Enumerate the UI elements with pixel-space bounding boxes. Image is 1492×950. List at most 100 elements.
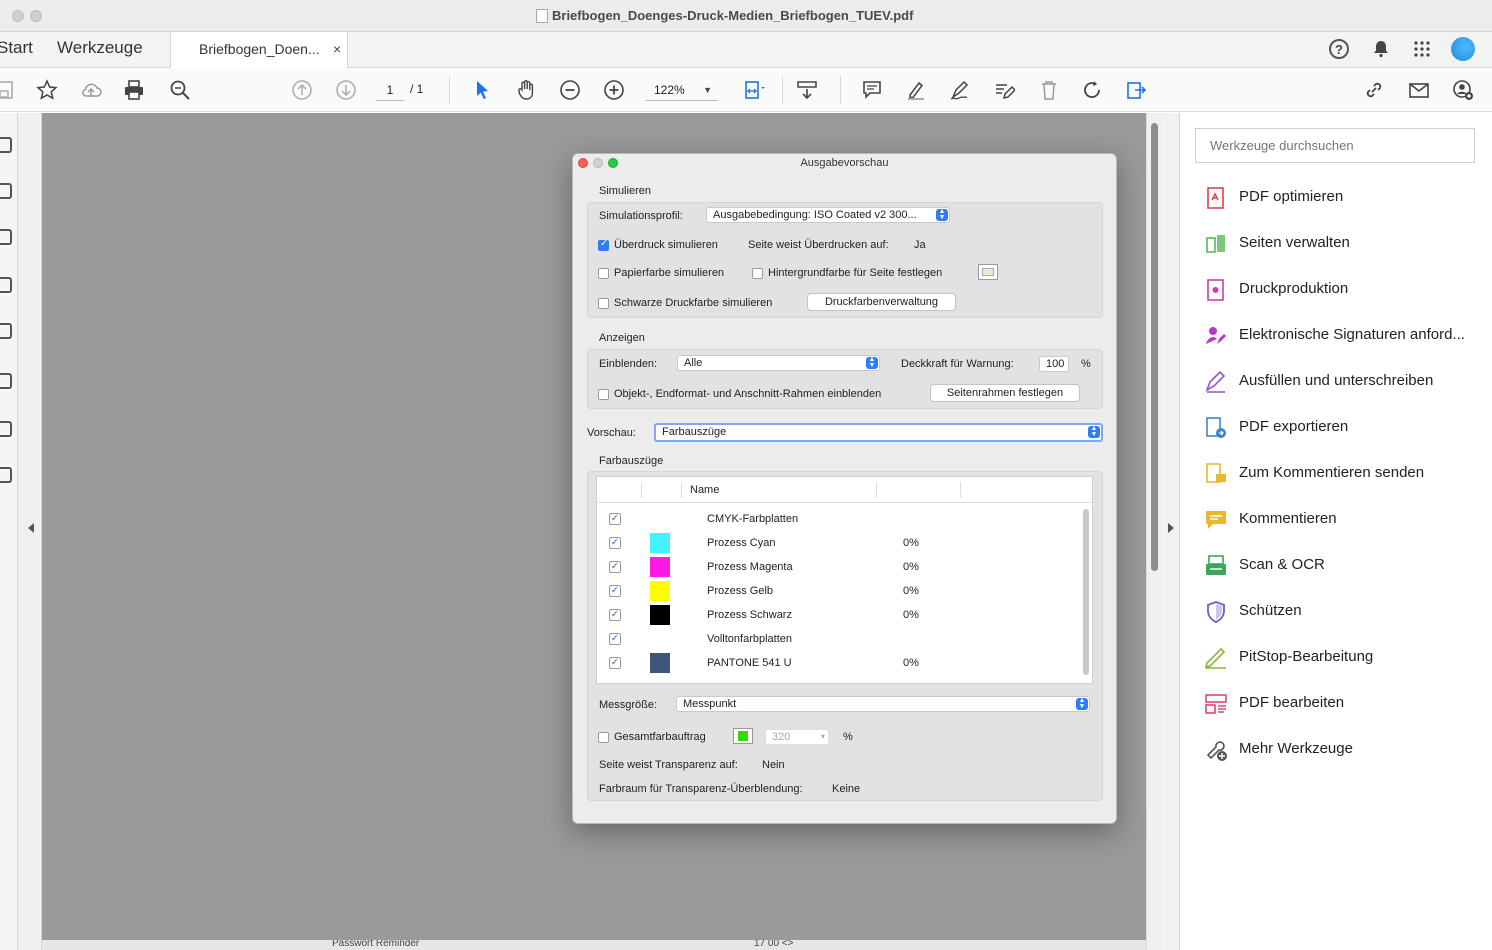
rotate-icon[interactable]: [1080, 78, 1104, 102]
tool-item-print-production[interactable]: Druckproduktion: [1204, 275, 1484, 305]
page-thumbnails-icon[interactable]: [0, 137, 12, 153]
set-page-boxes-button[interactable]: Seitenrahmen festlegen: [930, 384, 1080, 402]
cloud-upload-icon[interactable]: [79, 78, 103, 102]
total-coverage-value: 320: [772, 731, 791, 743]
document-info-icon[interactable]: [0, 467, 12, 483]
right-panel-toggle[interactable]: [1162, 113, 1180, 950]
document-icon: [536, 9, 548, 23]
attachments-icon[interactable]: [0, 229, 12, 245]
structure-icon[interactable]: [0, 421, 12, 437]
separation-visible-checkbox[interactable]: ✓: [609, 561, 621, 573]
email-icon[interactable]: [1407, 78, 1431, 102]
output-preview-dialog: Ausgabevorschau Simulieren Simulationspr…: [572, 153, 1117, 824]
window-close-button[interactable]: [12, 10, 24, 22]
separation-row[interactable]: ✓ CMYK-Farbplatten: [597, 507, 1077, 531]
separation-visible-checkbox[interactable]: ✓: [609, 609, 621, 621]
tool-item-scan-ocr[interactable]: Scan & OCR: [1204, 551, 1484, 581]
notifications-bell-icon[interactable]: [1369, 37, 1393, 61]
tool-item-fill-sign[interactable]: Ausfüllen und unterschreiben: [1204, 367, 1484, 397]
tool-item-export-pdf[interactable]: PDF exportieren: [1204, 413, 1484, 443]
zoom-level-dropdown[interactable]: 122% ▼: [646, 79, 718, 101]
tool-item-organize-pages[interactable]: Seiten verwalten: [1204, 229, 1484, 259]
share-link-icon[interactable]: [1362, 78, 1386, 102]
tool-item-comment[interactable]: Kommentieren: [1204, 505, 1484, 535]
preview-select[interactable]: Farbauszüge ▲ ▼: [654, 423, 1103, 442]
separation-visible-checkbox[interactable]: ✓: [609, 633, 621, 645]
export-page-icon[interactable]: [1124, 78, 1148, 102]
separation-row[interactable]: ✓ Prozess Schwarz 0%: [597, 603, 1077, 627]
tab-close-icon[interactable]: ×: [333, 41, 341, 57]
apps-grid-icon[interactable]: [1410, 37, 1434, 61]
separation-visible-checkbox[interactable]: ✓: [609, 585, 621, 597]
zoom-in-icon[interactable]: [602, 78, 626, 102]
zoom-search-icon[interactable]: [168, 78, 192, 102]
add-user-icon[interactable]: [1451, 78, 1475, 102]
page-number-input[interactable]: 1: [376, 79, 404, 101]
separation-row[interactable]: ✓ PANTONE 541 U 0%: [597, 651, 1077, 675]
separation-visible-checkbox[interactable]: ✓: [609, 657, 621, 669]
tab-start[interactable]: Start: [0, 38, 33, 58]
tool-item-optimize-pdf[interactable]: PDF optimieren: [1204, 183, 1484, 213]
separation-visible-checkbox[interactable]: ✓: [609, 537, 621, 549]
simulate-black-ink-checkbox[interactable]: [598, 298, 609, 309]
simulate-paper-color-checkbox[interactable]: [598, 268, 609, 279]
tab-document[interactable]: Briefbogen_Doen... ×: [170, 32, 348, 68]
total-coverage-swatch[interactable]: [733, 728, 753, 744]
save-icon[interactable]: [0, 78, 16, 102]
tab-tools[interactable]: Werkzeuge: [57, 38, 143, 58]
page-bg-color-swatch[interactable]: [978, 264, 998, 280]
tags-icon[interactable]: [0, 373, 12, 389]
sign-pen-icon[interactable]: [948, 78, 972, 102]
sample-size-select[interactable]: Messpunkt ▲ ▼: [676, 696, 1090, 712]
separation-visible-checkbox[interactable]: ✓: [609, 513, 621, 525]
export-pdf-icon: [1204, 416, 1228, 440]
separation-name: Prozess Magenta: [707, 561, 793, 573]
set-page-bg-color-checkbox[interactable]: [752, 268, 763, 279]
left-panel-toggle[interactable]: [18, 113, 42, 950]
user-avatar-icon[interactable]: [1451, 37, 1475, 61]
fit-page-icon[interactable]: [742, 78, 766, 102]
scroll-mode-icon[interactable]: [795, 78, 819, 102]
previous-page-icon[interactable]: [290, 78, 314, 102]
ink-manager-button[interactable]: Druckfarbenverwaltung: [807, 293, 956, 311]
tool-item-protect[interactable]: Schützen: [1204, 597, 1484, 627]
highlight-pen-icon[interactable]: [904, 78, 928, 102]
separations-section-title: Farbauszüge: [599, 455, 664, 467]
tool-item-request-signatures[interactable]: Elektronische Signaturen anford...: [1204, 321, 1484, 351]
separation-row[interactable]: ✓ Volltonfarbplatten: [597, 627, 1077, 651]
total-coverage-checkbox[interactable]: [598, 732, 609, 743]
print-icon[interactable]: [122, 78, 146, 102]
warning-opacity-input[interactable]: 100: [1039, 356, 1069, 372]
bookmarks-icon[interactable]: [0, 183, 12, 199]
content-icon[interactable]: [0, 323, 12, 339]
show-boxes-checkbox[interactable]: [598, 389, 609, 400]
tool-item-pitstop[interactable]: PitStop-Bearbeitung: [1204, 643, 1484, 673]
separation-row[interactable]: ✓ Prozess Cyan 0%: [597, 531, 1077, 555]
hand-tool-icon[interactable]: [514, 78, 538, 102]
tool-item-more-tools[interactable]: Mehr Werkzeuge: [1204, 735, 1484, 765]
delete-trash-icon[interactable]: [1037, 78, 1061, 102]
separation-row[interactable]: ✓ Prozess Magenta 0%: [597, 555, 1077, 579]
tools-search-input[interactable]: [1195, 128, 1475, 163]
zoom-out-icon[interactable]: [558, 78, 582, 102]
edit-text-icon[interactable]: [992, 78, 1016, 102]
document-scrollbar[interactable]: [1146, 113, 1162, 950]
show-select[interactable]: Alle ▲ ▼: [677, 355, 880, 371]
scrollbar-thumb[interactable]: [1151, 123, 1158, 571]
select-cursor-icon[interactable]: [470, 78, 494, 102]
layers-icon[interactable]: [0, 277, 12, 293]
tool-item-send-for-comments[interactable]: Zum Kommentieren senden: [1204, 459, 1484, 489]
separation-row[interactable]: ✓ Prozess Gelb 0%: [597, 579, 1077, 603]
simulation-profile-select[interactable]: Ausgabebedingung: ISO Coated v2 300... ▲…: [706, 207, 950, 223]
help-icon[interactable]: ?: [1329, 39, 1349, 59]
bookmark-star-icon[interactable]: [35, 78, 59, 102]
simulate-overprint-checkbox[interactable]: [598, 238, 609, 251]
column-name-header[interactable]: Name: [690, 484, 719, 496]
window-minimize-button[interactable]: [30, 10, 42, 22]
page-overprint-label: Seite weist Überdrucken auf:: [748, 239, 889, 251]
next-page-icon[interactable]: [334, 78, 358, 102]
total-coverage-input[interactable]: 320 ▾: [765, 729, 829, 745]
table-scrollbar[interactable]: [1083, 509, 1089, 675]
tool-item-edit-pdf[interactable]: PDF bearbeiten: [1204, 689, 1484, 719]
comment-note-icon[interactable]: [860, 78, 884, 102]
